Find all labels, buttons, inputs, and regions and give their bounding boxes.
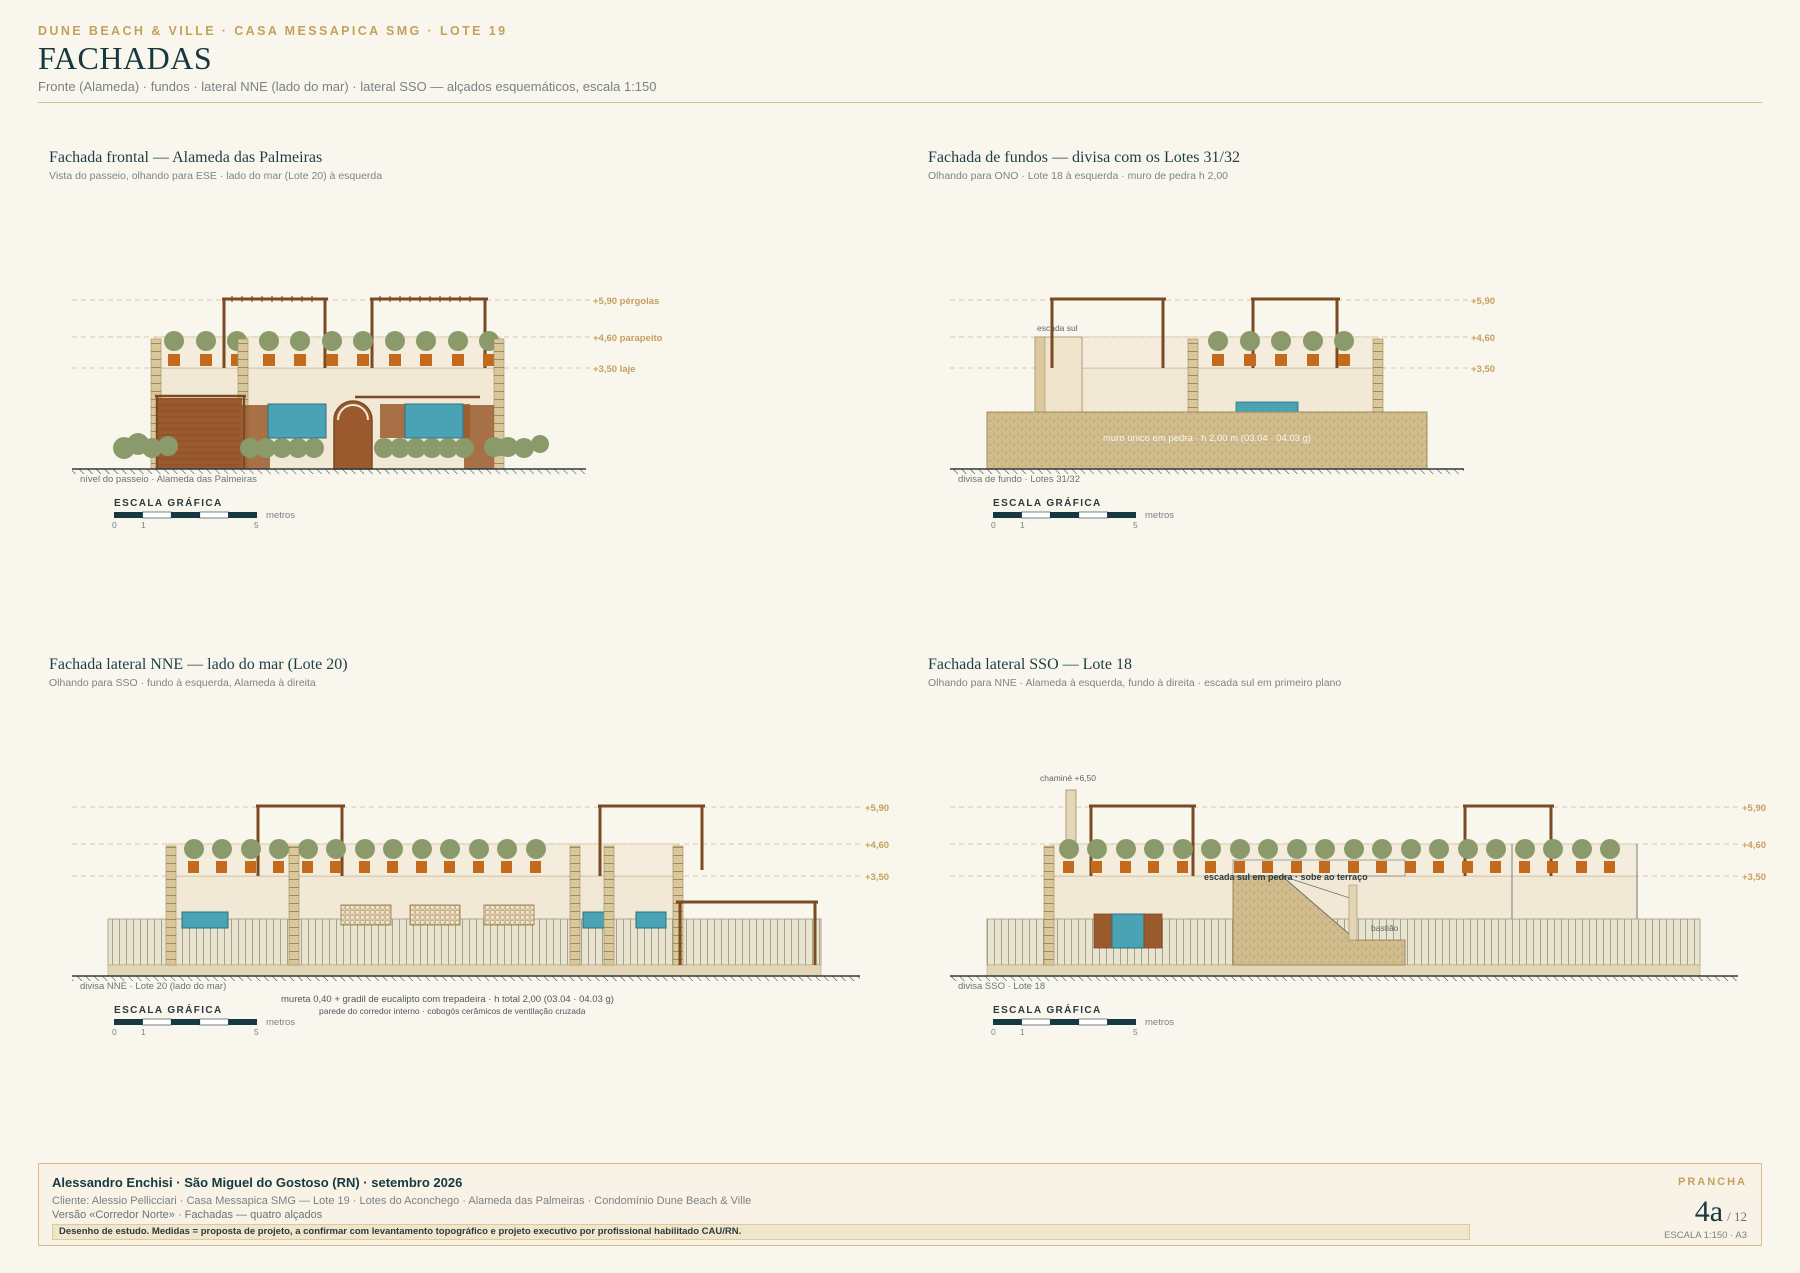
stone-column bbox=[288, 845, 300, 966]
client-line: Cliente: Alessio Pellicciari · Casa Mess… bbox=[52, 1195, 752, 1207]
annotation-bastion: bastião bbox=[1371, 923, 1399, 933]
stone-column bbox=[165, 845, 177, 966]
window bbox=[582, 911, 606, 929]
level-label-slab: +3,50 laje bbox=[593, 364, 636, 375]
stone-column bbox=[603, 845, 615, 966]
author-line: Alessandro Enchisi · São Miguel do Gosto… bbox=[52, 1175, 463, 1190]
elevation-rear: +5,90 +4,60 +3,50 escada sul muro único … bbox=[950, 296, 1495, 530]
low-wall bbox=[107, 964, 822, 977]
scale-tick: 5 bbox=[254, 520, 259, 530]
stone-column bbox=[1187, 338, 1199, 413]
scale-tick: 5 bbox=[1133, 1027, 1138, 1037]
brise-panel bbox=[464, 405, 494, 469]
bastion bbox=[1348, 884, 1358, 941]
level-label-parapet: +4,60 parapeito bbox=[593, 333, 663, 344]
level-label: +3,50 bbox=[1742, 872, 1766, 883]
ground-label-rear: divisa de fundo · Lotes 31/32 bbox=[958, 474, 1080, 485]
scale-tick: 1 bbox=[1020, 520, 1025, 530]
scale-bar-unit: metros bbox=[266, 510, 295, 521]
scale-tick: 5 bbox=[1133, 520, 1138, 530]
annotation-chimney: chaminé +6,50 bbox=[1040, 773, 1096, 783]
window-pool bbox=[404, 403, 464, 439]
window bbox=[635, 911, 667, 929]
scale-tick: 0 bbox=[112, 520, 117, 530]
ground-label-nne: divisa NNE · Lote 20 (lado do mar) bbox=[80, 981, 226, 992]
annotation-corridor: parede do corredor interno · cobogós cer… bbox=[319, 1006, 586, 1016]
sheet-number: 4a / 12 bbox=[1695, 1195, 1747, 1229]
elevation-nne: +5,90 +4,60 +3,50 divisa NNE · Lote 20 (… bbox=[72, 803, 889, 1037]
garage-door bbox=[158, 398, 242, 469]
scale-tick: 1 bbox=[141, 520, 146, 530]
elevation-front: +5,90 pérgolas +4,60 parapeito +3,50 laj… bbox=[72, 296, 663, 530]
sheet-current: 4a bbox=[1694, 1195, 1724, 1228]
disclaimer: Desenho de estudo. Medidas = proposta de… bbox=[52, 1224, 1470, 1240]
level-label: +4,60 bbox=[865, 840, 889, 851]
level-label: +3,50 bbox=[1471, 364, 1495, 375]
annotation-fence: mureta 0,40 + gradil de eucalipto com tr… bbox=[281, 994, 614, 1005]
level-label: +4,60 bbox=[1471, 333, 1495, 344]
scale-bar-unit: metros bbox=[266, 1017, 295, 1028]
ground-label-front: nível do passeio · Alameda das Palmeiras bbox=[80, 474, 257, 485]
scale-tick: 1 bbox=[141, 1027, 146, 1037]
scale-bar-label: ESCALA GRÁFICA bbox=[114, 496, 223, 509]
scale-bar: ESCALA GRÁFICA metros 0 1 5 bbox=[112, 496, 295, 530]
level-label: +5,90 bbox=[865, 803, 889, 814]
low-wall bbox=[986, 964, 1701, 977]
stone-column bbox=[1043, 845, 1055, 966]
shutter bbox=[1143, 913, 1163, 949]
window-pool bbox=[267, 403, 327, 439]
scale-bar-unit: metros bbox=[1145, 510, 1174, 521]
scale-bar-label: ESCALA GRÁFICA bbox=[993, 496, 1102, 509]
cobogo-panel bbox=[409, 904, 461, 926]
ground-label-sso: divisa SSO · Lote 18 bbox=[958, 981, 1045, 992]
scale-bar: ESCALA GRÁFICA metros 0 1 5 bbox=[991, 496, 1174, 530]
annotation-stair: escada sul em pedra · sobe ao terraço bbox=[1204, 872, 1368, 882]
annotation-wall: muro único em pedra · h 2,00 m (03.04 · … bbox=[1103, 433, 1311, 444]
title-block: Alessandro Enchisi · São Miguel do Gosto… bbox=[38, 1163, 1762, 1246]
stone-column bbox=[1372, 338, 1384, 413]
parapet bbox=[1081, 336, 1379, 369]
scale-bar-label: ESCALA GRÁFICA bbox=[114, 1003, 223, 1016]
scale-bar: ESCALA GRÁFICA metros 0 1 5 bbox=[991, 1003, 1174, 1037]
window bbox=[1111, 913, 1145, 949]
elevations-drawing: +5,90 pérgolas +4,60 parapeito +3,50 laj… bbox=[72, 296, 1766, 1037]
scale-bar-unit: metros bbox=[1145, 1017, 1174, 1028]
prancha-label: PRANCHA bbox=[1678, 1176, 1747, 1188]
scale-bar-label: ESCALA GRÁFICA bbox=[993, 1003, 1102, 1016]
elevation-sso: +5,90 +4,60 +3,50 chaminé +6,50 escada s… bbox=[950, 773, 1766, 1037]
cobogo-panel bbox=[483, 904, 535, 926]
level-label: +3,50 bbox=[865, 872, 889, 883]
cobogo-panel bbox=[340, 904, 392, 926]
sheet-total: / 12 bbox=[1727, 1209, 1747, 1224]
version-line: Versão «Corredor Norte» · Fachadas — qua… bbox=[52, 1209, 323, 1221]
building-body bbox=[1081, 367, 1379, 413]
scale-tick: 0 bbox=[112, 1027, 117, 1037]
level-label: +5,90 bbox=[1742, 803, 1766, 814]
scale-bar: ESCALA GRÁFICA metros 0 1 5 bbox=[112, 1003, 295, 1037]
shutter bbox=[1093, 913, 1113, 949]
pool-railing bbox=[1235, 401, 1299, 413]
scale-tick: 0 bbox=[991, 520, 996, 530]
chimney bbox=[1065, 789, 1077, 845]
level-label: +5,90 bbox=[1471, 296, 1495, 307]
level-label-pergolas: +5,90 pérgolas bbox=[593, 296, 659, 307]
window bbox=[181, 911, 229, 929]
scale-tick: 1 bbox=[1020, 1027, 1025, 1037]
sheet-scale: ESCALA 1:150 · A3 bbox=[1664, 1230, 1747, 1241]
annotation-stair: escada sul bbox=[1037, 323, 1078, 333]
level-label: +4,60 bbox=[1742, 840, 1766, 851]
scale-tick: 0 bbox=[991, 1027, 996, 1037]
stone-column bbox=[569, 845, 581, 966]
scale-tick: 5 bbox=[254, 1027, 259, 1037]
